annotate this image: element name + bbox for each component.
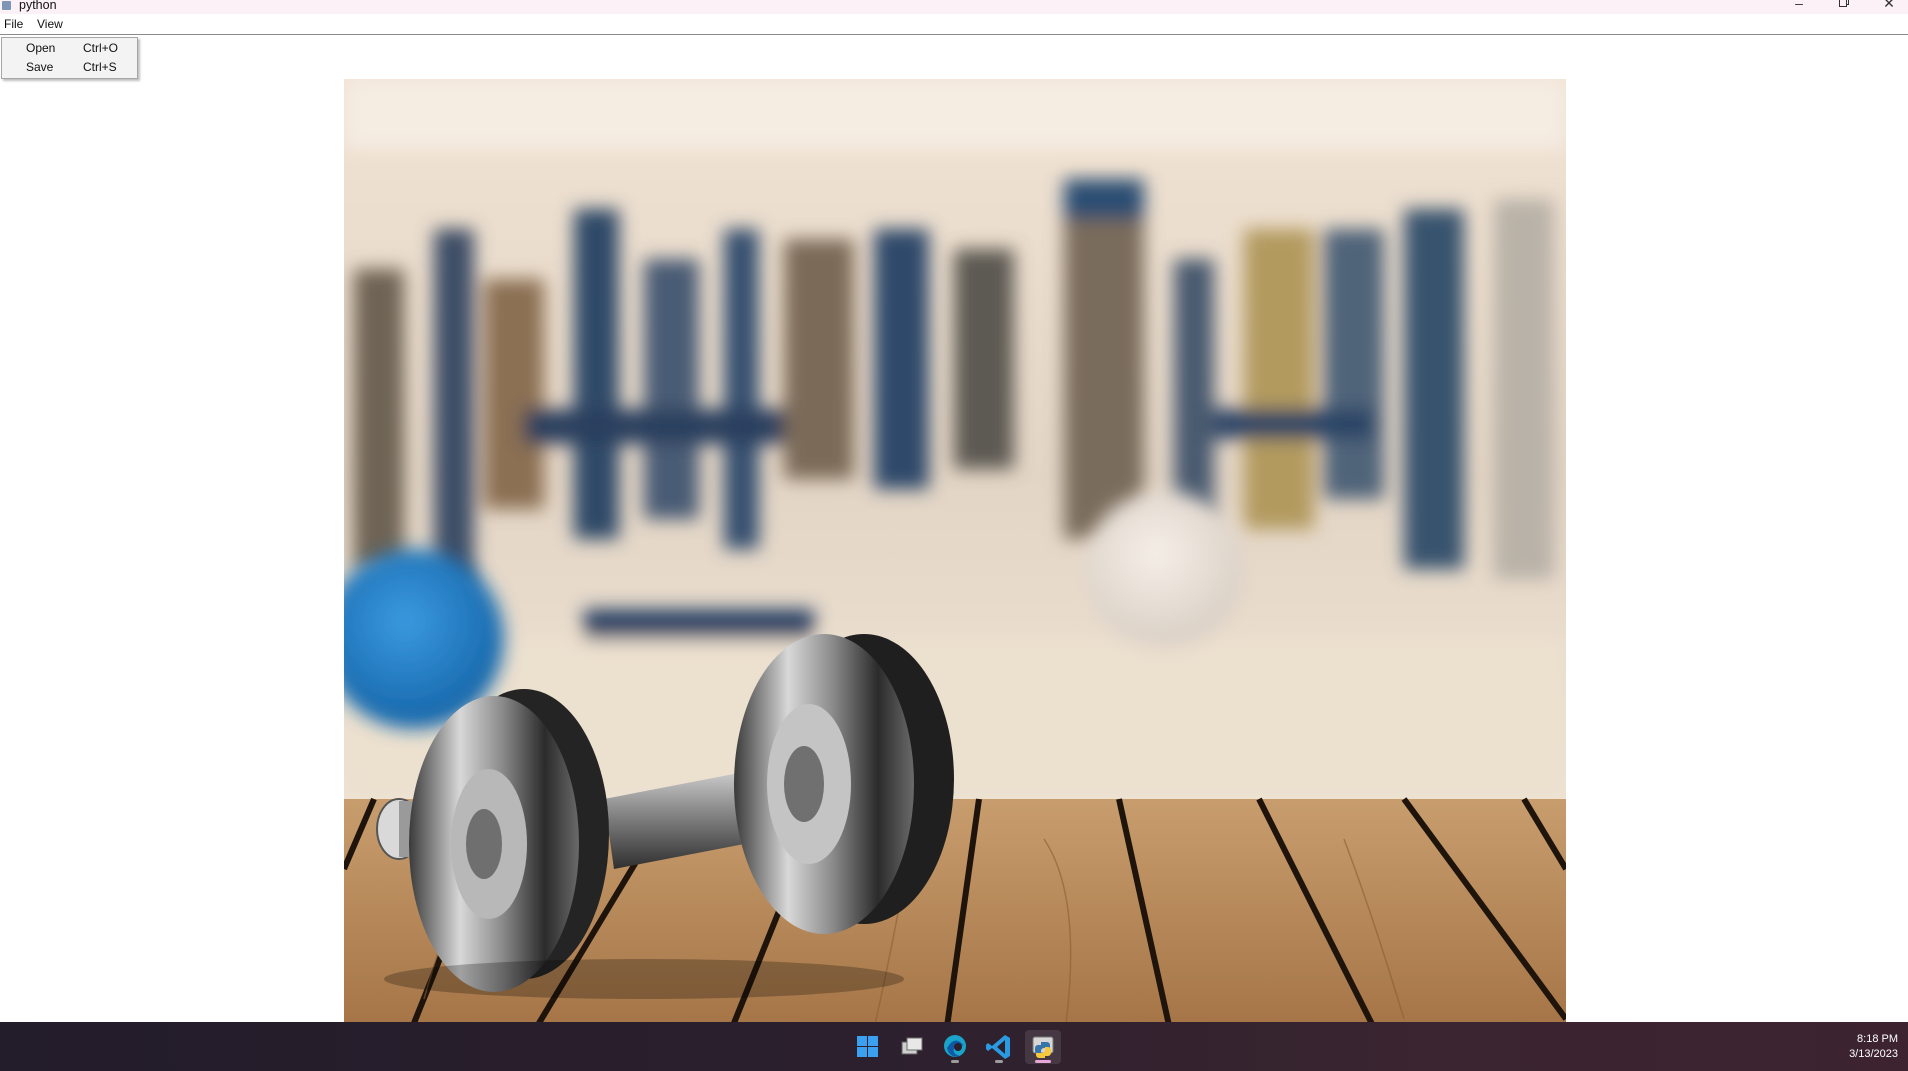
title-bar: python – ✕	[0, 0, 1908, 14]
python-icon[interactable]	[1025, 1030, 1061, 1064]
task-view-icon[interactable]	[893, 1030, 929, 1064]
file-menu-dropdown: Open Ctrl+O Save Ctrl+S	[1, 37, 138, 79]
vscode-running-indicator	[995, 1060, 1003, 1063]
python-app-icon	[2, 1, 11, 10]
gym-dumbbell-photo	[344, 79, 1566, 1048]
menu-view[interactable]: View	[37, 17, 63, 31]
clock-date: 3/13/2023	[1849, 1048, 1898, 1060]
menu-file[interactable]: File	[4, 17, 23, 31]
minimize-icon[interactable]: –	[1788, 0, 1810, 12]
python-active-indicator	[1035, 1060, 1051, 1063]
taskbar: 8:18 PM 3/13/2023	[0, 1022, 1908, 1071]
system-clock[interactable]: 8:18 PM 3/13/2023	[1849, 1032, 1898, 1062]
menu-item-save-label: Save	[26, 60, 54, 74]
menu-item-save[interactable]: Save Ctrl+S	[2, 57, 137, 76]
photo-illustration	[344, 79, 1566, 1048]
menu-item-open[interactable]: Open Ctrl+O	[2, 38, 137, 57]
image-canvas	[0, 35, 1908, 1048]
maximize-icon[interactable]	[1833, 0, 1855, 12]
windows-start-icon[interactable]	[849, 1030, 885, 1064]
edge-running-indicator	[951, 1060, 959, 1063]
menu-bar: File View	[0, 14, 1908, 35]
menu-item-save-shortcut: Ctrl+S	[83, 60, 117, 74]
window-title: python	[19, 0, 57, 12]
edge-browser-icon[interactable]	[937, 1030, 973, 1064]
menu-item-open-label: Open	[26, 41, 56, 55]
menu-item-open-shortcut: Ctrl+O	[83, 41, 119, 55]
vscode-icon[interactable]	[981, 1030, 1017, 1064]
clock-time: 8:18 PM	[1857, 1033, 1898, 1045]
close-icon[interactable]: ✕	[1878, 0, 1900, 12]
